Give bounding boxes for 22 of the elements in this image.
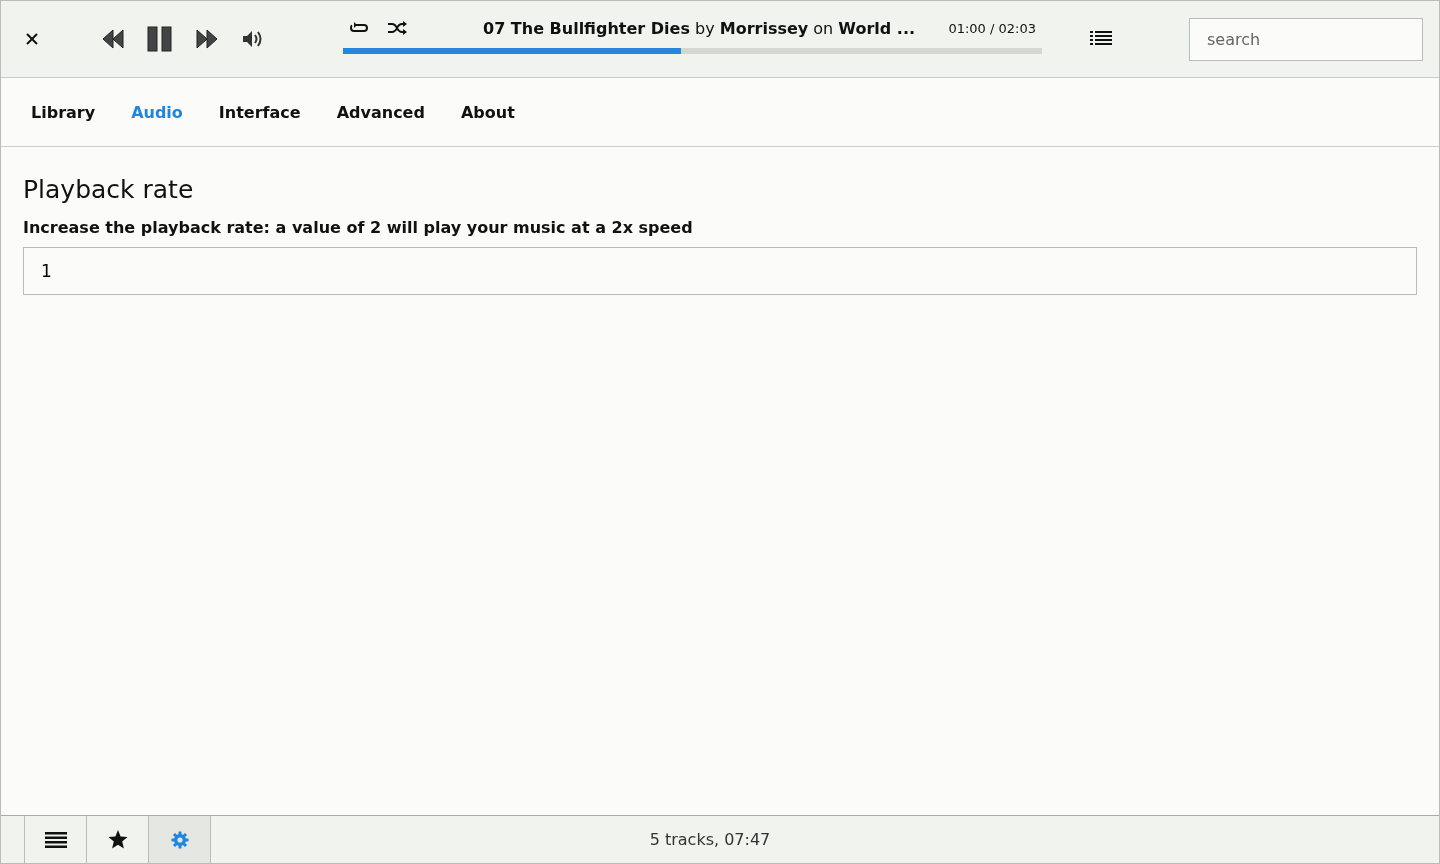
- playback-rate-field[interactable]: 1: [23, 247, 1417, 295]
- settings-tab[interactable]: Advanced: [318, 102, 443, 122]
- close-icon[interactable]: [25, 32, 39, 46]
- settings-tab[interactable]: Audio: [113, 102, 201, 122]
- pause-icon[interactable]: [147, 26, 173, 52]
- repeat-icon[interactable]: [349, 21, 369, 35]
- search-field[interactable]: search: [1189, 17, 1423, 61]
- progress-bar[interactable]: [343, 47, 1042, 54]
- setting-description: Increase the playback rate: a value of 2 will play your music at a 2x speed: [23, 218, 694, 237]
- settings-tab[interactable]: Interface: [200, 102, 319, 122]
- status-text: 5 tracks, 07:47: [649, 830, 771, 849]
- rewind-icon[interactable]: [101, 29, 125, 49]
- settings-tab[interactable]: About: [442, 102, 533, 122]
- star-icon: [107, 830, 128, 849]
- queue-list-icon[interactable]: [1090, 30, 1112, 48]
- shuffle-icon[interactable]: [387, 21, 407, 35]
- fast-forward-icon[interactable]: [195, 29, 219, 49]
- list-icon: [44, 831, 67, 848]
- section-title: Playback rate: [23, 175, 195, 204]
- settings-tab[interactable]: Library: [13, 102, 114, 122]
- playback-time: 01:00 / 02:03: [948, 20, 1036, 36]
- now-playing-text: 07 The Bullfighter Dies by Morrissey on World ...: [483, 18, 917, 38]
